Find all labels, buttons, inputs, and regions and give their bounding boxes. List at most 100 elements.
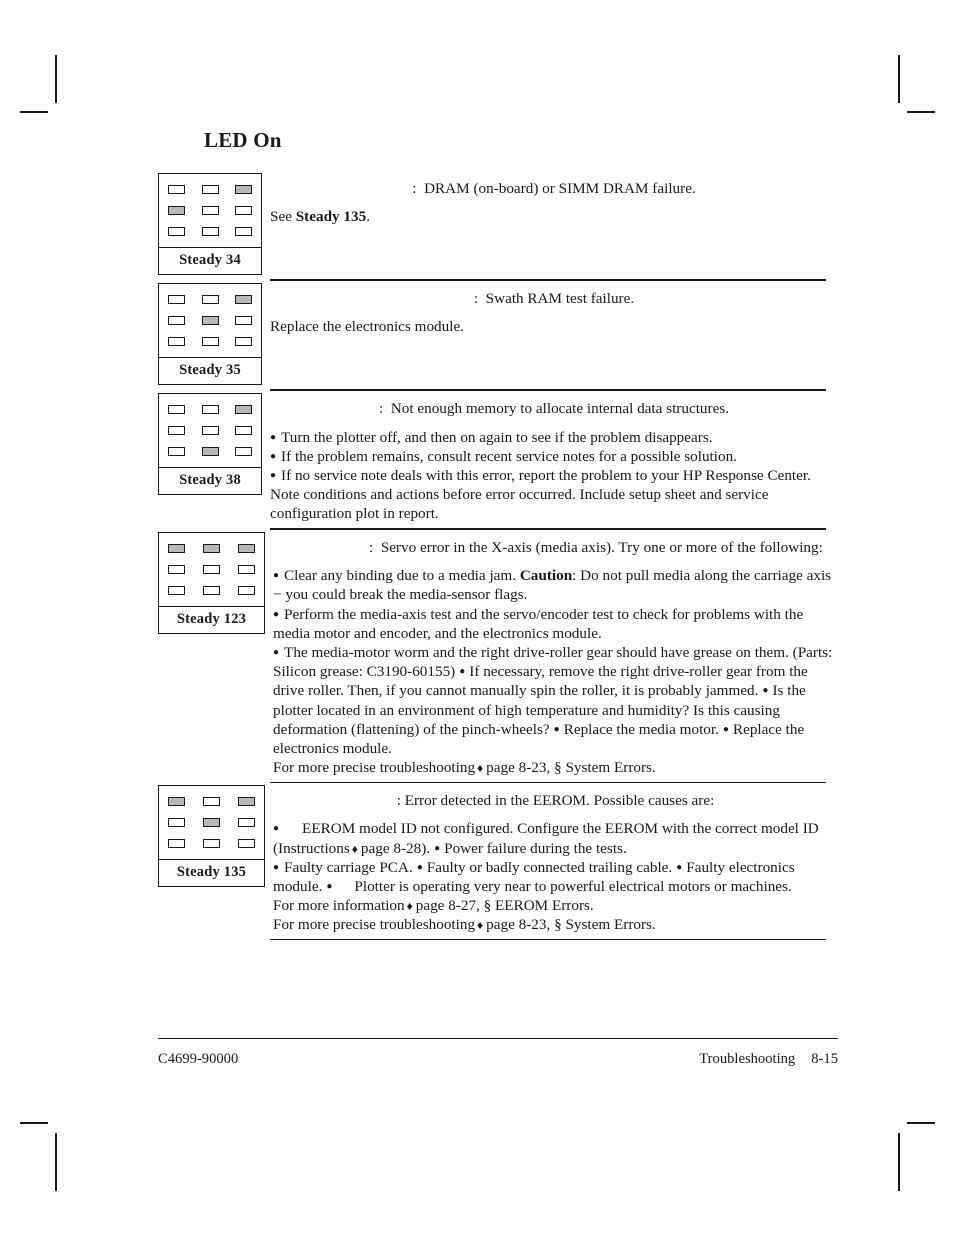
bullet-text: Replace the media motor. (563, 720, 719, 738)
led-indicator (235, 227, 252, 236)
pointer-icon (475, 759, 486, 776)
led-row (168, 206, 252, 215)
inline-bullet-marker (430, 840, 444, 857)
led-indicator (168, 316, 185, 326)
inline-bullet-marker (758, 682, 772, 699)
remedy-bullet: The media-motor worm and the right drive… (273, 643, 838, 758)
led-indicator (168, 227, 185, 236)
led-indicator (238, 797, 255, 807)
crop-mark-bottom-left-vertical (55, 1133, 57, 1191)
led-indicator (201, 185, 219, 194)
led-indicator (168, 295, 185, 305)
crop-mark-top-right-horizontal (907, 111, 935, 113)
led-indicator (203, 564, 220, 574)
led-indicator (201, 227, 219, 236)
led-row (168, 585, 255, 595)
led-indicator (168, 206, 185, 215)
led-indicator (235, 426, 252, 436)
footer-page-number: 8-15 (811, 1051, 838, 1068)
inline-bullet-marker (322, 878, 336, 895)
crop-mark-bottom-right-horizontal (907, 1122, 935, 1124)
footer-chapter-name: Troubleshooting (699, 1051, 796, 1068)
led-row (168, 227, 252, 236)
error-description: : Not enough memory to allocate internal… (262, 393, 838, 523)
error-section-steady-135: Steady 135 : Error detected in the EEROM… (158, 785, 838, 941)
led-row (168, 797, 255, 807)
led-indicator (168, 585, 185, 595)
footer-part-number: C4699-90000 (158, 1051, 239, 1068)
pointer-icon (475, 916, 486, 933)
led-indicator (201, 295, 219, 305)
bullet-text: Faulty or badly connected trailing cable… (426, 858, 673, 876)
led-row (168, 818, 255, 828)
remedy-bullet: Faulty carriage PCA. Faulty or badly conn… (273, 858, 838, 896)
error-description: : DRAM (on-board) or SIMM DRAM failure. … (262, 173, 838, 226)
led-indicator (235, 185, 252, 194)
led-panel-steady-123: Steady 123 (158, 531, 265, 634)
crop-mark-top-left-vertical (55, 55, 57, 103)
crop-mark-top-right-vertical (898, 55, 900, 103)
section-divider (270, 527, 826, 530)
led-indicator (168, 839, 185, 849)
cross-reference: For more precise troubleshooting page 8-2… (273, 915, 838, 934)
remedy-bullet: EEROM model ID not configured. Configure… (273, 819, 838, 857)
cross-reference-target: page 8-27, § EEROM Errors. (415, 897, 594, 915)
error-section-steady-123: Steady 123 : Servo error in the X-axis (… (158, 531, 838, 784)
section-divider (270, 279, 826, 282)
led-grid (159, 284, 261, 357)
led-panel-steady-38: Steady 38 (158, 393, 262, 496)
remedy-text-post: . (366, 208, 370, 226)
error-headline: : DRAM (on-board) or SIMM DRAM failure. (412, 180, 696, 197)
error-section-steady-34: Steady 34 : DRAM (on-board) or SIMM DRAM… (158, 173, 838, 282)
pointer-icon (350, 840, 361, 857)
led-panel-label: Steady 34 (159, 247, 261, 274)
led-indicator (203, 585, 220, 595)
led-indicator (201, 447, 219, 457)
led-row (168, 839, 255, 849)
led-indicator (168, 337, 185, 347)
led-indicator (168, 797, 185, 807)
remedy-bullet: Clear any binding due to a media jam. Ca… (273, 566, 838, 604)
remedy-text-pre: See (270, 208, 296, 226)
led-indicator (235, 206, 252, 215)
led-panel-label: Steady 135 (159, 859, 264, 886)
page-content: LED On Steady 34 : DRAM (on-board) or SI… (158, 128, 838, 942)
led-indicator (201, 337, 219, 347)
led-row (168, 447, 252, 457)
error-headline: : Swath RAM test failure. (473, 290, 635, 308)
page-title: LED On (204, 128, 282, 152)
led-indicator (203, 818, 220, 828)
remedy-bullet: Perform the media-axis test and the serv… (273, 605, 838, 643)
inline-bullet-marker (455, 663, 469, 680)
led-indicator (168, 426, 185, 436)
error-headline: : Not enough memory to allocate internal… (378, 400, 730, 418)
led-indicator (201, 426, 219, 436)
led-indicator (235, 337, 252, 347)
caution-label: Caution (519, 567, 573, 585)
bullet-reference: page 8-28). (360, 839, 431, 857)
led-grid (159, 786, 264, 859)
inline-bullet-marker (550, 721, 564, 738)
headline-text: : Servo error in the X-axis (media axis)… (369, 538, 823, 556)
footer-page-info: Troubleshooting 8-15 (683, 1051, 838, 1068)
remedy-bullet: Turn the plotter off, and then on again … (270, 428, 838, 447)
remedy-bullet: If the problem remains, consult recent s… (270, 447, 838, 466)
led-panel-steady-35: Steady 35 (158, 283, 262, 386)
pointer-icon (405, 897, 416, 914)
led-indicator (235, 295, 252, 305)
led-indicator (168, 447, 185, 457)
section-divider (270, 938, 826, 941)
led-indicator (168, 185, 185, 194)
section-divider (270, 389, 826, 392)
led-grid (159, 394, 261, 467)
footer-rule (158, 1038, 838, 1040)
cross-reference: For more precise troubleshooting page 8-2… (273, 758, 838, 777)
error-remedy: See Steady 135. (270, 207, 838, 226)
led-panel-label: Steady 123 (159, 605, 264, 633)
inline-bullet-marker (413, 859, 427, 876)
inline-bullet-marker (719, 721, 733, 738)
led-indicator (238, 839, 255, 849)
led-indicator (203, 543, 220, 553)
led-indicator (235, 405, 252, 415)
error-description: : Servo error in the X-axis (media axis)… (265, 532, 838, 778)
